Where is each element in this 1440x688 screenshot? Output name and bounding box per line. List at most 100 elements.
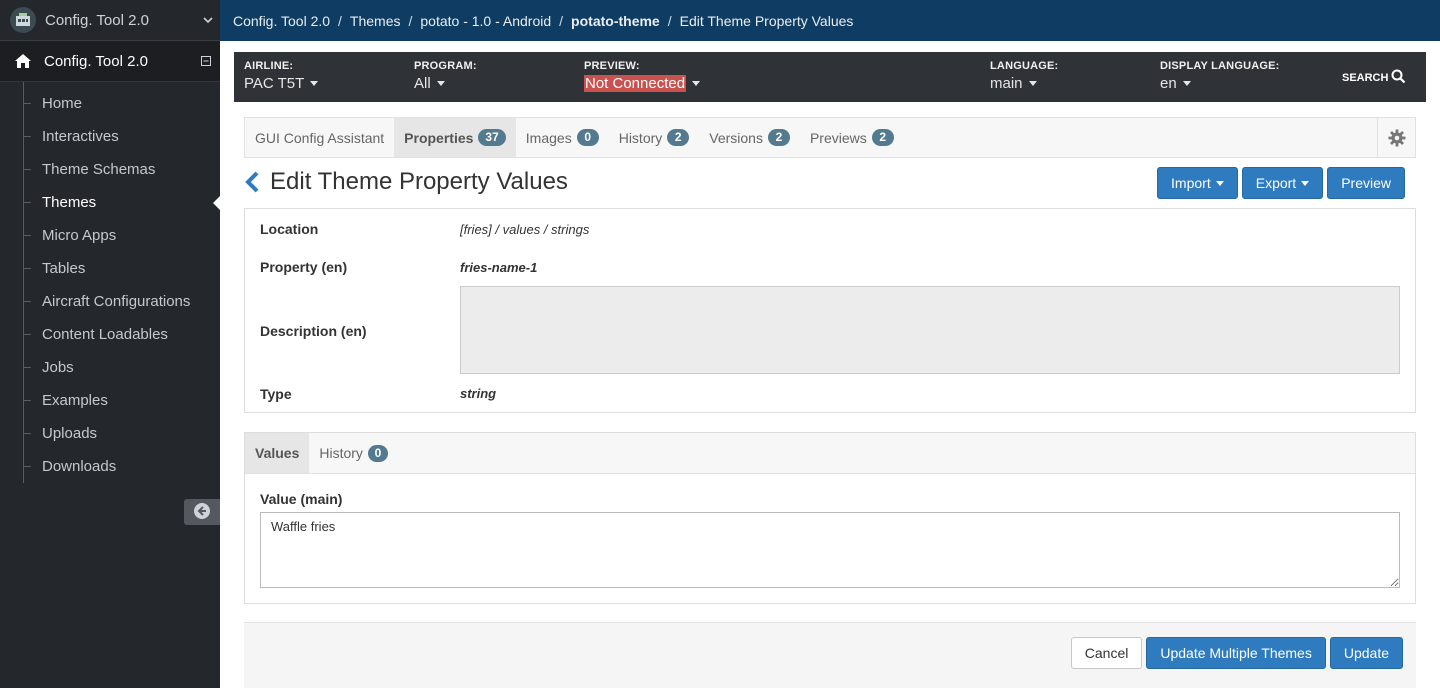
tab-previews[interactable]: Previews 2 <box>800 118 904 157</box>
location-value: [fries] / values / strings <box>460 222 590 237</box>
sidebar-item-theme-schemas[interactable]: Theme Schemas <box>24 153 220 186</box>
airline-label: AIRLINE: <box>244 60 294 72</box>
display-language-label: DISPLAY LANGUAGE: <box>1160 60 1280 72</box>
preview-button[interactable]: Preview <box>1327 167 1405 199</box>
caret-down-icon <box>692 81 701 86</box>
sidebar-item-downloads[interactable]: Downloads <box>24 450 220 483</box>
sidebar-collapse-button[interactable] <box>184 499 220 525</box>
preview-status: Not Connected <box>584 75 687 92</box>
breadcrumb-item[interactable]: Config. Tool 2.0 <box>233 13 330 29</box>
sidebar-app-title: Config. Tool 2.0 <box>44 52 148 70</box>
chevron-down-icon[interactable] <box>196 13 220 27</box>
breadcrumb-item[interactable]: potato - 1.0 - Android <box>420 13 551 29</box>
breadcrumb-item[interactable]: Themes <box>350 13 401 29</box>
tab-history[interactable]: History 2 <box>609 118 700 157</box>
tab-properties[interactable]: Properties 37 <box>394 118 516 157</box>
tab-value-history[interactable]: History 0 <box>309 433 398 473</box>
language-filter[interactable]: LANGUAGE: main <box>990 60 1058 92</box>
breadcrumb-item[interactable]: potato-theme <box>571 13 660 29</box>
preview-filter[interactable]: PREVIEW: Not Connected <box>584 60 701 92</box>
page-header: Edit Theme Property Values <box>244 168 568 196</box>
breadcrumb-separator: / <box>667 12 672 29</box>
app-switcher[interactable]: Config. Tool 2.0 <box>0 0 220 41</box>
value-label: Value (main) <box>260 491 343 507</box>
filter-bar: AIRLINE: PAC T5T PROGRAM: All PREVIEW: N… <box>234 52 1426 102</box>
sidebar-item-examples[interactable]: Examples <box>24 384 220 417</box>
theme-tabs: GUI Config Assistant Properties 37 Images… <box>244 117 1416 158</box>
program-filter[interactable]: PROGRAM: All <box>414 60 477 92</box>
breadcrumb-separator: / <box>408 12 413 29</box>
count-badge: 37 <box>478 129 506 146</box>
program-dropdown[interactable]: All <box>414 75 445 92</box>
arrow-left-circle-icon <box>193 502 211 523</box>
tab-gui-config-assistant[interactable]: GUI Config Assistant <box>245 118 394 157</box>
search-button[interactable]: SEARCH <box>1342 69 1406 87</box>
sidebar-item-uploads[interactable]: Uploads <box>24 417 220 450</box>
description-field <box>460 286 1400 374</box>
type-label: Type <box>260 386 292 402</box>
sidebar-app-header[interactable]: Config. Tool 2.0 <box>0 41 220 82</box>
caret-down-icon <box>1215 180 1224 186</box>
sidebar-nav: Home Interactives Theme Schemas Themes M… <box>23 82 220 483</box>
caret-down-icon <box>310 81 319 86</box>
sidebar-item-interactives[interactable]: Interactives <box>24 120 220 153</box>
gear-icon[interactable] <box>1377 118 1415 157</box>
form-footer: Cancel Update Multiple Themes Update <box>244 622 1416 688</box>
import-button[interactable]: Import <box>1157 167 1238 199</box>
type-value: string <box>460 386 497 401</box>
sidebar-item-aircraft-configurations[interactable]: Aircraft Configurations <box>24 285 220 318</box>
home-icon <box>14 53 34 69</box>
caret-down-icon <box>1028 81 1037 86</box>
export-button[interactable]: Export <box>1241 167 1324 199</box>
language-dropdown[interactable]: main <box>990 75 1037 92</box>
update-button[interactable]: Update <box>1329 637 1403 669</box>
breadcrumb-separator: / <box>559 12 564 29</box>
app-logo-icon <box>10 7 36 33</box>
program-label: PROGRAM: <box>414 60 477 72</box>
count-badge: 0 <box>367 444 388 462</box>
property-details-panel: Location [fries] / values / strings Prop… <box>244 208 1416 413</box>
count-badge: 2 <box>871 129 894 146</box>
breadcrumb: Config. Tool 2.0 / Themes / potato - 1.0… <box>220 0 1440 41</box>
location-label: Location <box>260 221 319 237</box>
search-icon <box>1388 69 1406 87</box>
update-multiple-themes-button[interactable]: Update Multiple Themes <box>1146 637 1326 669</box>
values-tabs: Values History 0 <box>245 433 1415 474</box>
preview-label: PREVIEW: <box>584 60 640 72</box>
tab-versions[interactable]: Versions 2 <box>699 118 800 157</box>
sidebar-item-micro-apps[interactable]: Micro Apps <box>24 219 220 252</box>
property-value: fries-name-1 <box>460 260 538 275</box>
count-badge: 0 <box>576 129 599 146</box>
tab-values[interactable]: Values <box>245 433 310 473</box>
cancel-button[interactable]: Cancel <box>1070 637 1143 669</box>
airline-dropdown[interactable]: PAC T5T <box>244 75 319 92</box>
description-label: Description (en) <box>260 323 367 339</box>
sidebar-item-tables[interactable]: Tables <box>24 252 220 285</box>
caret-down-icon <box>1182 81 1191 86</box>
sidebar: Config. Tool 2.0 Config. Tool 2.0 Home I… <box>0 0 220 688</box>
sidebar-item-jobs[interactable]: Jobs <box>24 351 220 384</box>
app-switcher-title: Config. Tool 2.0 <box>45 11 149 29</box>
caret-down-icon <box>436 81 445 86</box>
sidebar-item-content-loadables[interactable]: Content Loadables <box>24 318 220 351</box>
header-actions: Import Export Preview <box>1157 167 1405 199</box>
breadcrumb-separator: / <box>338 12 342 29</box>
search-label: SEARCH <box>1342 72 1389 84</box>
property-label: Property (en) <box>260 259 348 275</box>
sidebar-item-home[interactable]: Home <box>24 87 220 120</box>
collapse-icon[interactable] <box>192 54 220 69</box>
language-label: LANGUAGE: <box>990 60 1059 72</box>
display-language-dropdown[interactable]: en <box>1160 75 1191 92</box>
preview-dropdown[interactable]: Not Connected <box>584 75 701 92</box>
breadcrumb-current: Edit Theme Property Values <box>679 12 854 29</box>
value-textarea[interactable]: Waffle fries <box>260 512 1400 588</box>
chevron-left-icon[interactable] <box>244 171 260 193</box>
values-panel: Values History 0 Value (main) Waffle frie… <box>244 432 1416 604</box>
count-badge: 2 <box>667 129 690 146</box>
caret-down-icon <box>1301 180 1310 186</box>
count-badge: 2 <box>767 129 790 146</box>
sidebar-item-themes[interactable]: Themes <box>24 186 220 219</box>
airline-filter[interactable]: AIRLINE: PAC T5T <box>244 60 319 92</box>
tab-images[interactable]: Images 0 <box>516 118 609 157</box>
display-language-filter[interactable]: DISPLAY LANGUAGE: en <box>1160 60 1280 92</box>
